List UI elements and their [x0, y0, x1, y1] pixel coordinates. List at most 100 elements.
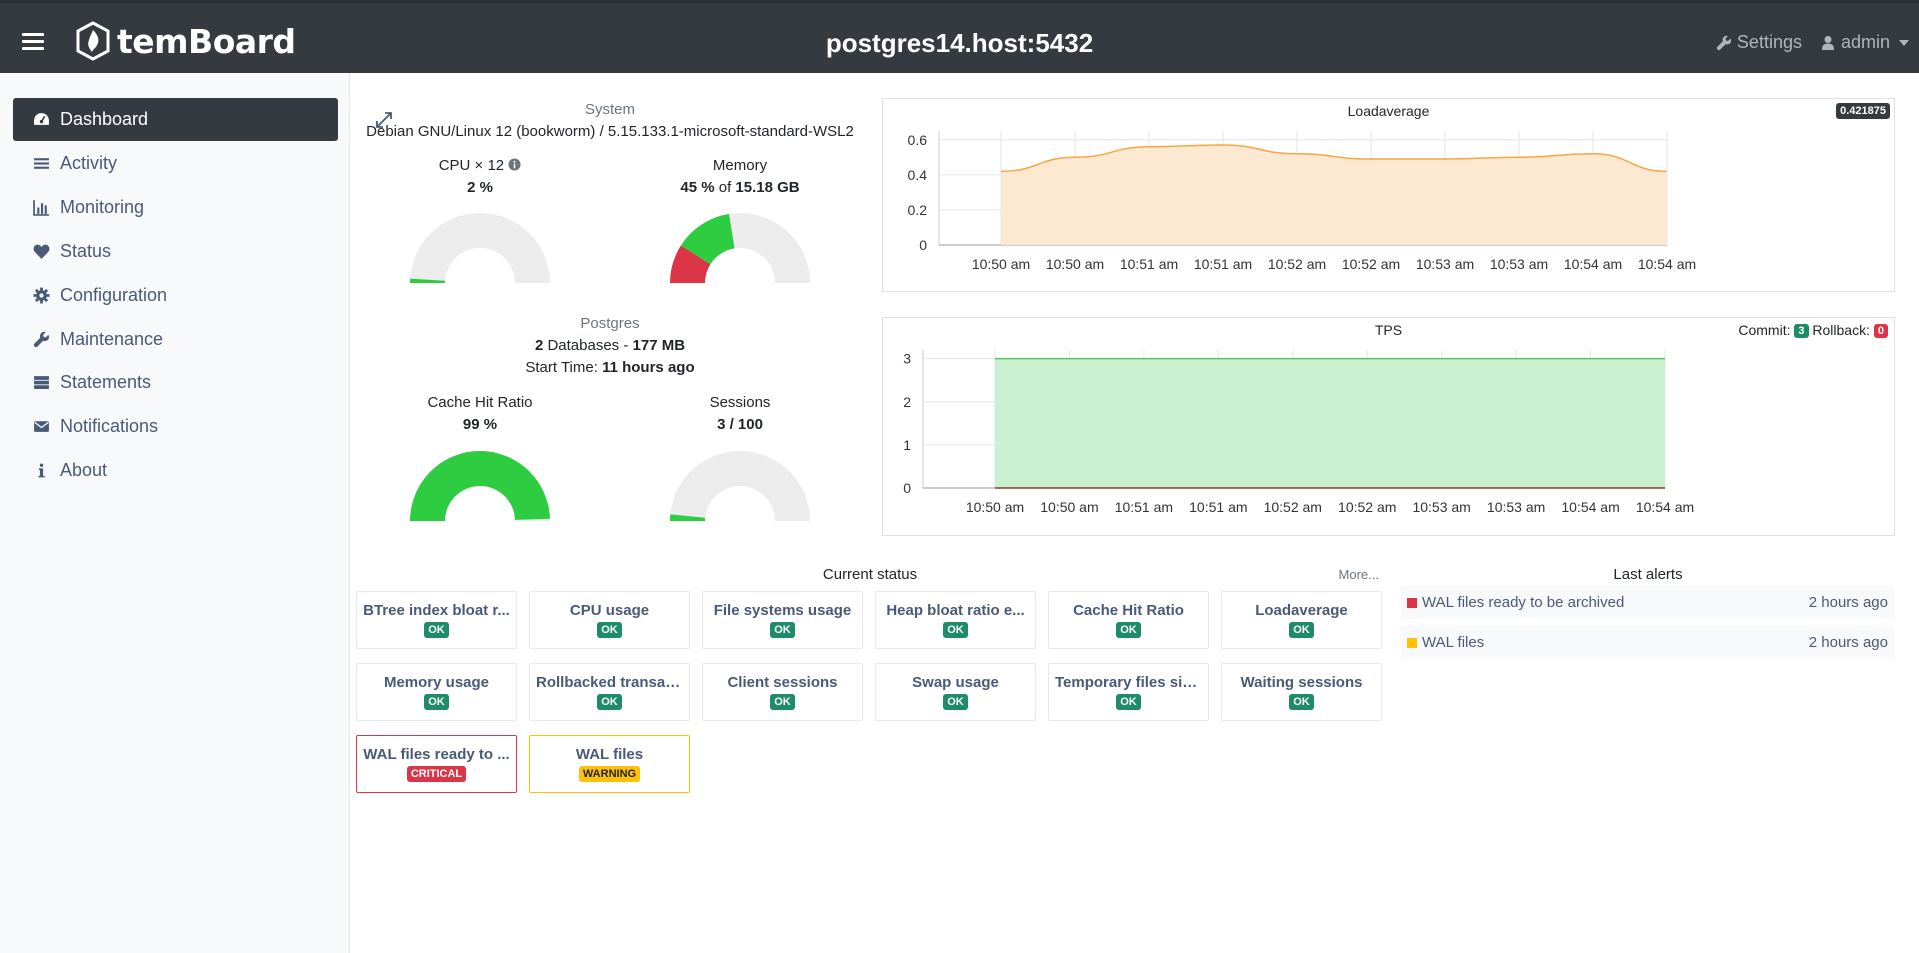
sidebar-item-dashboard[interactable]: Dashboard: [13, 98, 338, 141]
status-check-box[interactable]: Memory usage OK: [356, 663, 517, 721]
envelope-icon: [33, 418, 50, 435]
y-tick-label: 1: [903, 437, 911, 453]
series-area: [995, 358, 1665, 488]
x-tick-label: 10:50 am: [966, 499, 1024, 515]
x-tick-label: 10:54 am: [1638, 256, 1696, 272]
server-icon: [33, 374, 50, 391]
status-check-state: OK: [943, 694, 968, 710]
status-check-box[interactable]: File systems usage OK: [702, 591, 863, 649]
x-tick-label: 10:53 am: [1412, 499, 1470, 515]
y-tick-label: 0.4: [908, 167, 928, 183]
start-time: Start Time: 11 hours ago: [525, 359, 695, 376]
status-check-state: OK: [943, 622, 968, 638]
status-check-box[interactable]: Waiting sessions OK: [1221, 663, 1382, 721]
status-check-box[interactable]: WAL files ready to ... CRITICAL: [356, 735, 517, 793]
status-check-name: Waiting sessions: [1240, 674, 1363, 691]
memory-gauge: [670, 213, 810, 283]
sidebar-item-notifications[interactable]: Notifications: [13, 405, 338, 448]
status-check-name: Loadaverage: [1255, 602, 1348, 619]
sidebar: Dashboard Activity Monitoring Status Con…: [0, 73, 350, 953]
x-tick-label: 10:52 am: [1264, 499, 1322, 515]
status-check-box[interactable]: Heap bloat ratio e... OK: [875, 591, 1036, 649]
postgres-heading: Postgres: [580, 315, 640, 332]
status-check-name: Memory usage: [383, 674, 490, 691]
alert-row[interactable]: WAL files ready to be archived 2 hours a…: [1401, 586, 1894, 619]
sidebar-item-monitoring[interactable]: Monitoring: [13, 186, 338, 229]
x-tick-label: 10:51 am: [1194, 256, 1252, 272]
user-menu[interactable]: admin: [1820, 32, 1909, 53]
gauge-fill: [410, 451, 550, 521]
x-tick-label: 10:54 am: [1561, 499, 1619, 515]
sidebar-item-statements[interactable]: Statements: [13, 361, 338, 404]
status-check-box[interactable]: Loadaverage OK: [1221, 591, 1382, 649]
status-check-box[interactable]: Client sessions OK: [702, 663, 863, 721]
bars-icon: [33, 155, 50, 172]
sidebar-item-configuration[interactable]: Configuration: [13, 274, 338, 317]
temboard-logo[interactable]: temBoard: [74, 21, 296, 61]
tps-chart[interactable]: 0 1 2 3 10:50 am 10:50 am 10:51 am 10:51 am 10:5…: [883, 318, 1894, 535]
status-check-box[interactable]: WAL files WARNING: [529, 735, 690, 793]
x-tick-label: 10:54 am: [1564, 256, 1622, 272]
temboard-logo-icon: [76, 21, 110, 61]
status-check-box[interactable]: BTree index bloat r... OK: [356, 591, 517, 649]
loadaverage-chart[interactable]: 0 0.2 0.4 0.6 10:50 am 10:50 am 10:51 am 10:51 …: [883, 99, 1894, 291]
status-check-box[interactable]: CPU usage OK: [529, 591, 690, 649]
cpu-value: 2 %: [467, 179, 493, 196]
sessions-gauge: [670, 451, 810, 521]
y-tick-label: 0.6: [908, 132, 928, 148]
status-check-state: OK: [770, 694, 795, 710]
y-tick-label: 3: [903, 351, 911, 367]
status-check-box[interactable]: Temporary files siz... OK: [1048, 663, 1209, 721]
gauge-track: [410, 213, 550, 283]
series-area: [1001, 145, 1667, 245]
y-tick-label: 0: [903, 480, 911, 496]
status-check-state: OK: [424, 694, 449, 710]
loadaverage-chart-card: Loadaverage 0.421875 0 0.2 0.4 0.6 10:50 am 1…: [882, 98, 1895, 292]
sidebar-item-maintenance[interactable]: Maintenance: [13, 318, 338, 361]
status-check-name: WAL files: [575, 746, 644, 763]
status-check-name: Swap usage: [912, 674, 999, 691]
status-check-box[interactable]: Swap usage OK: [875, 663, 1036, 721]
warning-marker: [1407, 637, 1417, 648]
alert-row[interactable]: WAL files 2 hours ago: [1401, 626, 1894, 659]
x-tick-label: 10:53 am: [1416, 256, 1474, 272]
menu-toggle-button[interactable]: [22, 33, 44, 51]
status-check-state: OK: [1289, 622, 1314, 638]
status-check-state: OK: [770, 622, 795, 638]
y-tick-label: 2: [903, 394, 911, 410]
status-check-name: Client sessions: [727, 674, 838, 691]
memory-value: 45 % of 15.18 GB: [680, 179, 800, 196]
x-tick-label: 10:54 am: [1636, 499, 1694, 515]
current-status-heading: Current status: [822, 566, 918, 583]
cpu-gauge: [410, 213, 550, 283]
cache-hit-label: Cache Hit Ratio: [427, 394, 533, 411]
sidebar-item-activity[interactable]: Activity: [13, 142, 338, 185]
x-tick-label: 10:52 am: [1338, 499, 1396, 515]
status-check-box[interactable]: Cache Hit Ratio OK: [1048, 591, 1209, 649]
brand-name: temBoard: [117, 21, 296, 61]
database-summary: 2 Databases - 177 MB: [534, 337, 686, 354]
status-check-box[interactable]: Rollbacked transac... OK: [529, 663, 690, 721]
sidebar-item-about[interactable]: About: [13, 449, 338, 492]
os-info: Debian GNU/Linux 12 (bookworm) / 5.15.13…: [366, 123, 854, 140]
chevron-down-icon: [1899, 39, 1909, 46]
more-link[interactable]: More...: [1335, 567, 1379, 582]
status-check-state: OK: [424, 622, 449, 638]
status-check-state: OK: [1116, 694, 1141, 710]
info-circle-icon[interactable]: [508, 158, 521, 171]
x-tick-label: 10:53 am: [1487, 499, 1545, 515]
x-tick-label: 10:51 am: [1189, 499, 1247, 515]
gauge-track: [670, 451, 810, 521]
status-check-name: BTree index bloat r...: [363, 602, 510, 619]
x-tick-label: 10:53 am: [1490, 256, 1548, 272]
status-check-state: CRITICAL: [406, 766, 467, 782]
x-tick-label: 10:50 am: [972, 256, 1030, 272]
sidebar-item-status[interactable]: Status: [13, 230, 338, 273]
status-check-name: CPU usage: [569, 602, 650, 619]
instance-title: postgres14.host:5432: [825, 28, 1094, 58]
gear-icon: [33, 287, 50, 304]
cpu-label: CPU × 12: [400, 157, 560, 174]
x-tick-label: 10:52 am: [1268, 256, 1326, 272]
settings-link[interactable]: Settings: [1716, 32, 1802, 53]
wrench-icon: [33, 331, 50, 348]
